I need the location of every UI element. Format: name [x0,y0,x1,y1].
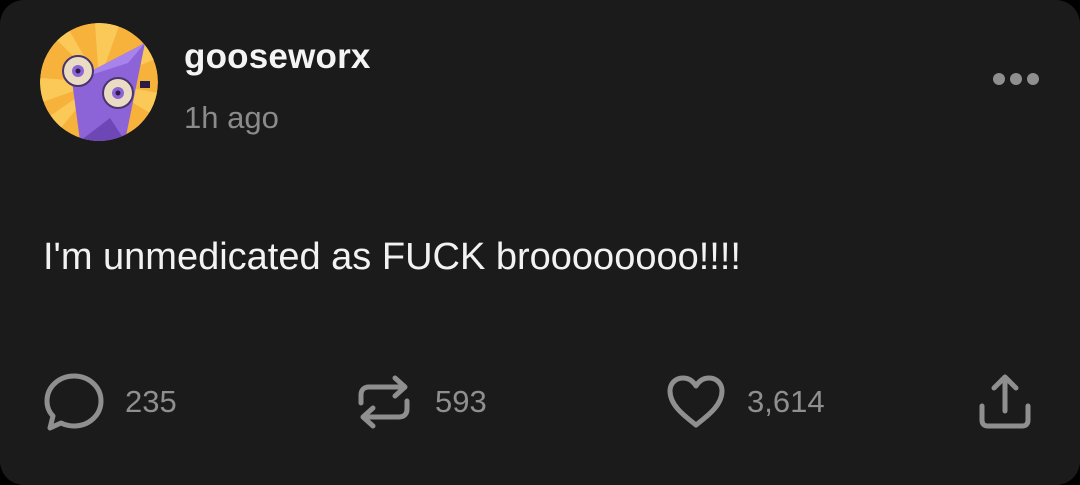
repost-arrows-icon [358,375,410,429]
reply-button[interactable]: 235 [42,368,177,436]
post-body-text: I'm unmedicated as FUCK broooooooo!!!! [43,236,741,278]
avatar[interactable] [40,23,158,141]
like-button[interactable]: 3,614 [664,368,825,436]
share-button[interactable] [973,368,1037,436]
post-timestamp: 1h ago [184,100,279,135]
reblog-button[interactable]: 593 [352,368,487,436]
reply-count: 235 [125,384,177,419]
triangle-eyes-character-icon [40,23,158,141]
more-options-button[interactable] [990,62,1042,96]
reblog-count: 593 [435,384,487,419]
like-count: 3,614 [747,384,825,419]
post-author-username[interactable]: gooseworx [184,37,371,77]
post-card: gooseworx 1h ago I'm unmedicated as FUCK… [0,0,1080,485]
more-dots-icon [993,73,1039,85]
heart-icon [667,375,725,428]
share-upload-icon [979,374,1031,429]
speech-bubble-icon [44,373,104,431]
